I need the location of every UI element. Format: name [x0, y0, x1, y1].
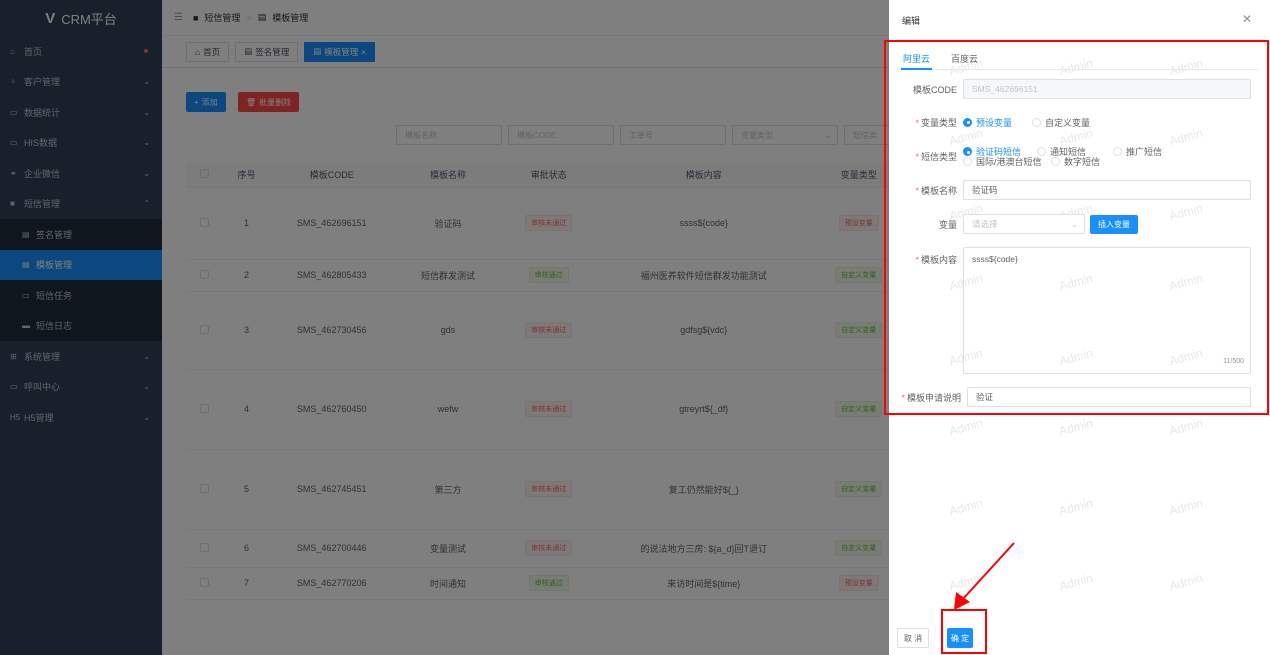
watermark: Admin — [1167, 495, 1205, 519]
cancel-button[interactable]: 取 消 — [897, 628, 929, 648]
watermark: Admin — [1167, 415, 1205, 439]
watermark: Admin — [1057, 415, 1095, 439]
arrow-annotation — [954, 542, 1015, 610]
watermark: Admin — [1057, 570, 1095, 594]
modal-overlay[interactable] — [0, 0, 889, 655]
highlight-box-form — [884, 40, 1269, 415]
highlight-box-confirm — [941, 609, 987, 654]
close-icon[interactable]: ✕ — [1242, 12, 1252, 26]
drawer-title: 编辑 — [902, 16, 921, 26]
watermark: Admin — [1057, 495, 1095, 519]
watermark: Admin — [947, 415, 985, 439]
watermark: Admin — [947, 495, 985, 519]
watermark: Admin — [1167, 570, 1205, 594]
